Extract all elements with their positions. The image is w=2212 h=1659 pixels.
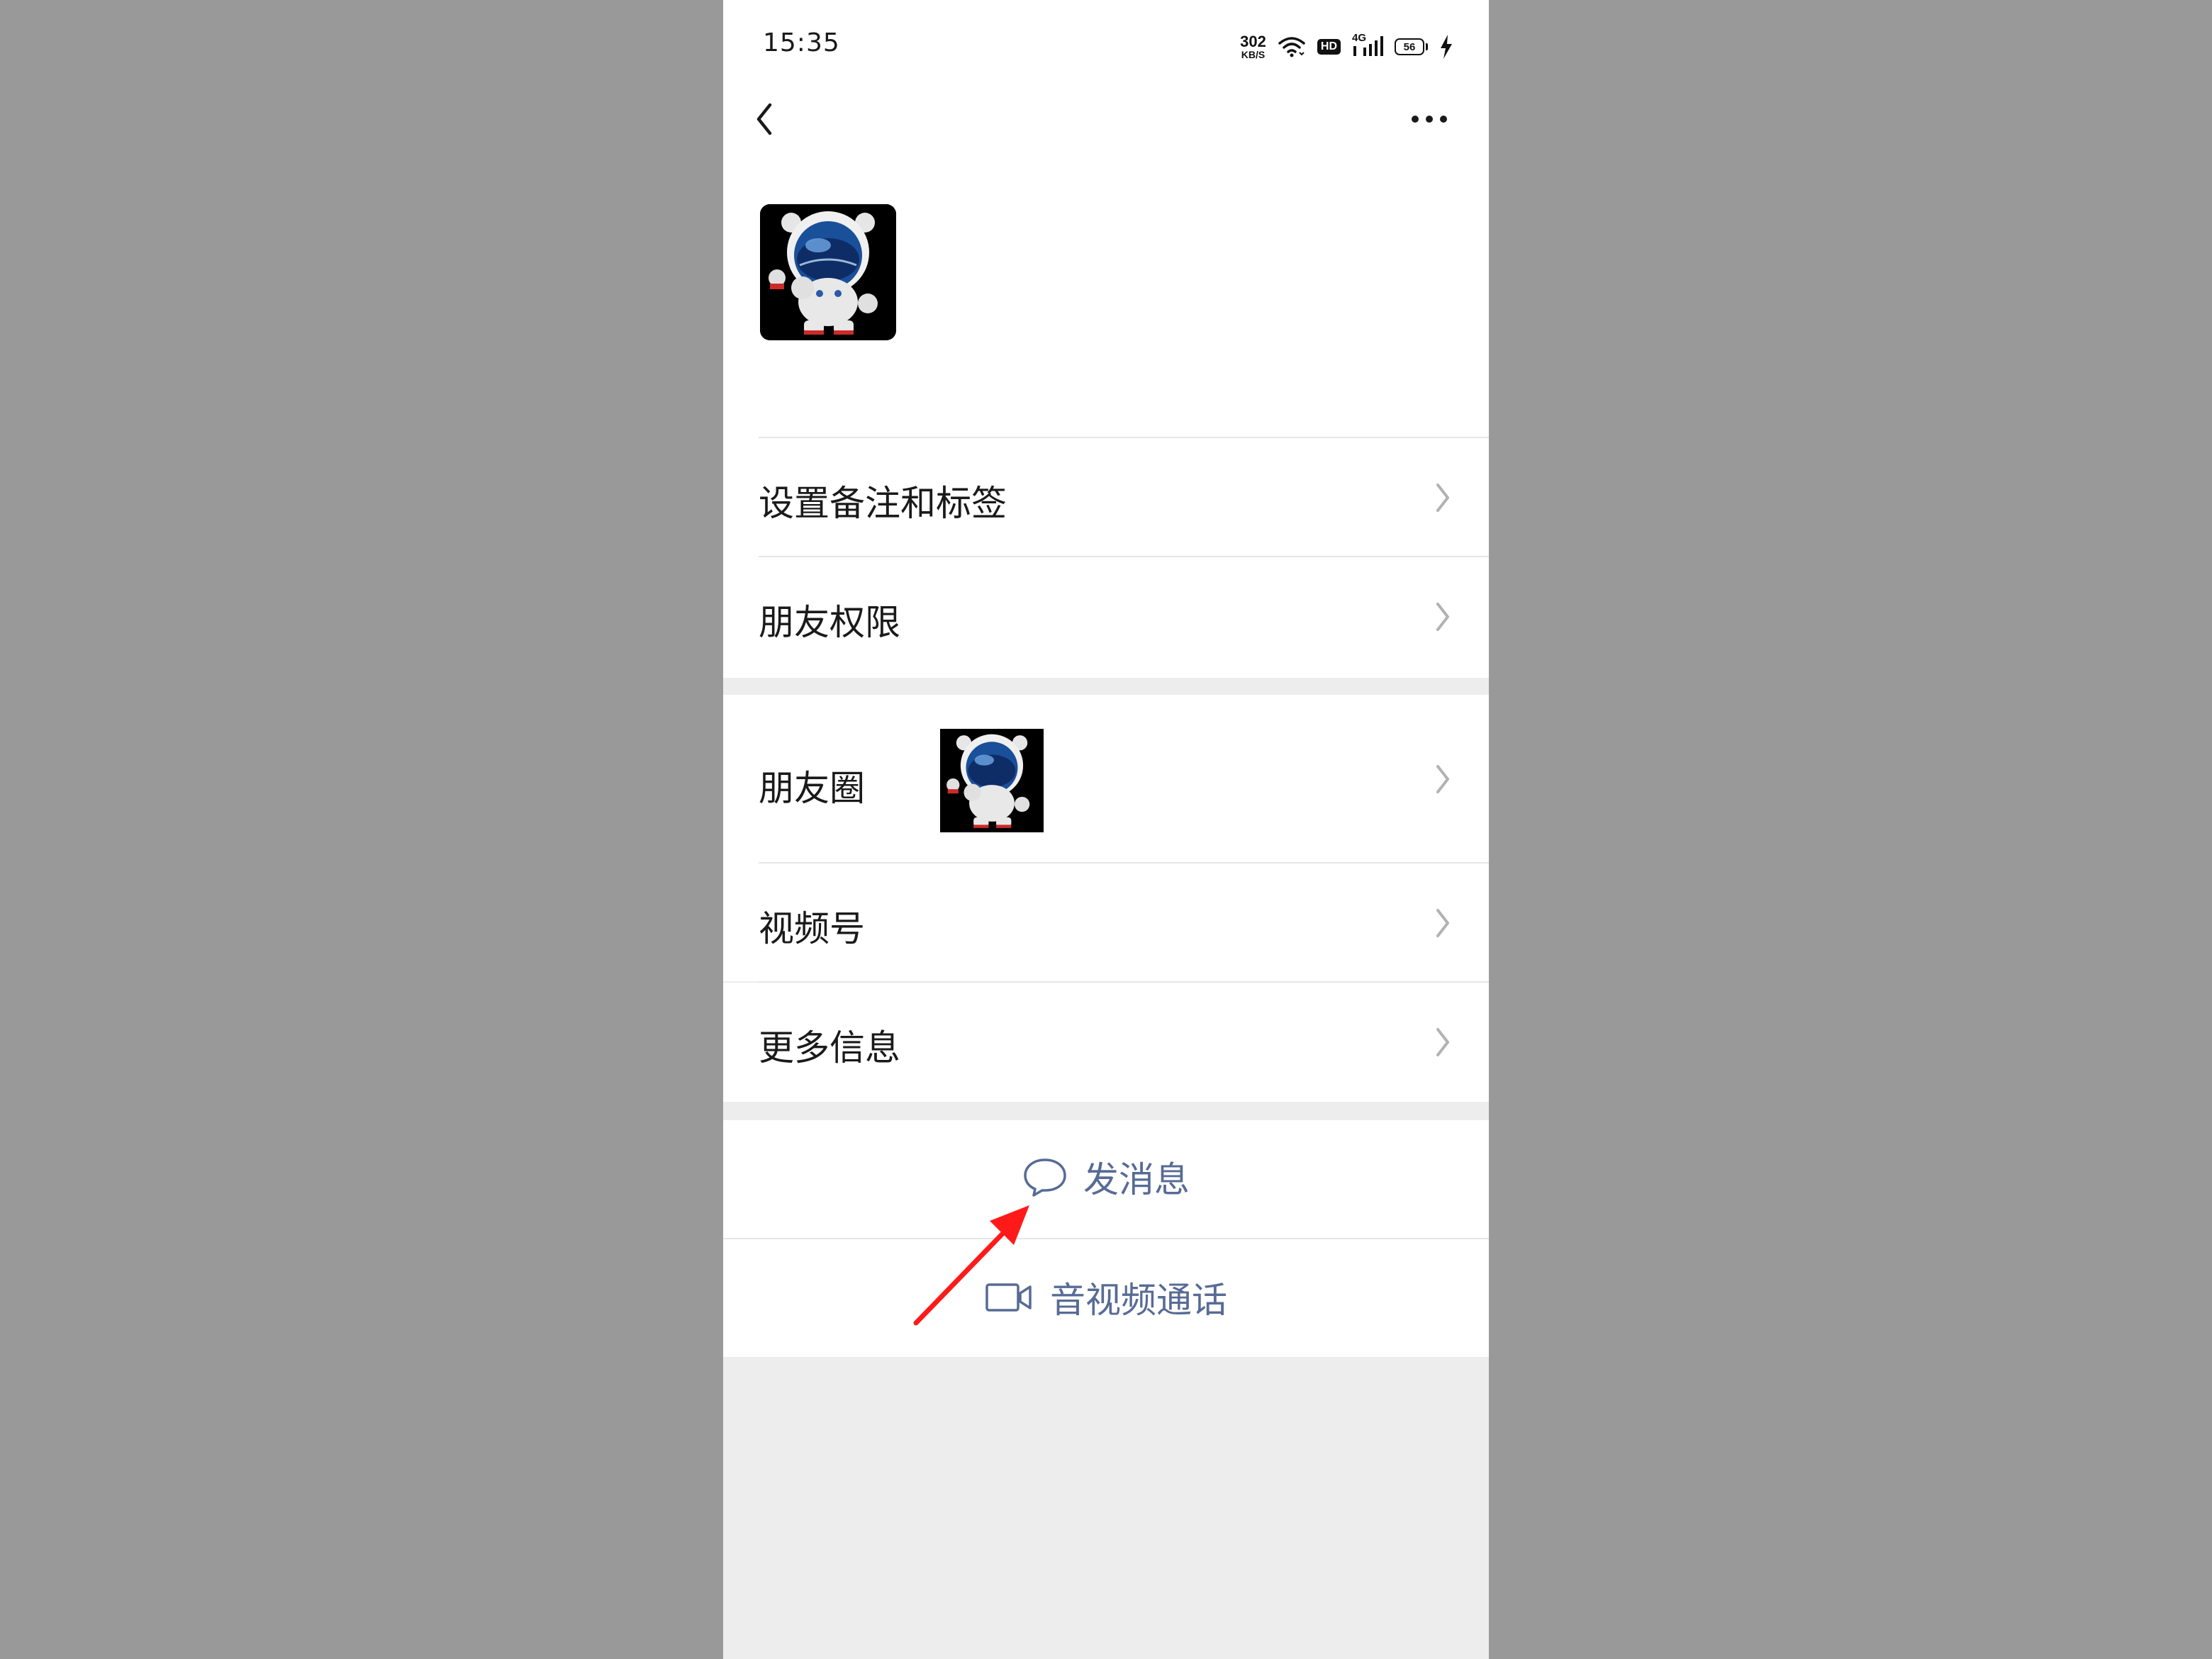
chevron-right-icon (1436, 484, 1449, 512)
friend-permissions-label: 朋友权限 (759, 602, 900, 643)
astronaut-avatar-icon (760, 204, 896, 340)
hd-icon: HD (1317, 39, 1341, 55)
battery-icon: 56 (1395, 38, 1428, 55)
chevron-right-icon (1436, 1028, 1449, 1056)
net-speed-value: 302 (1240, 33, 1266, 50)
set-remark-tags-label: 设置备注和标签 (759, 483, 1007, 524)
friend-permissions-row[interactable]: 朋友权限 (723, 557, 1489, 676)
av-call-button[interactable]: 音视频通话 (723, 1239, 1489, 1357)
moments-thumbnail (940, 729, 1044, 832)
send-message-button[interactable]: 发消息 (723, 1120, 1489, 1238)
avatar[interactable] (760, 204, 896, 340)
more-info-label: 更多信息 (759, 1027, 900, 1068)
wifi-icon (1278, 37, 1305, 57)
net-speed: 302 KB/S (1240, 34, 1266, 60)
signal-icon: 4G (1352, 32, 1383, 59)
av-call-content: 音视频通话 (723, 1272, 1489, 1323)
astronaut-thumbnail-icon (940, 729, 1044, 832)
send-message-label: 发消息 (1083, 1159, 1190, 1200)
more-button[interactable] (1404, 102, 1455, 136)
net-speed-unit: KB/S (1241, 49, 1266, 60)
moments-label: 朋友圈 (759, 768, 865, 809)
channels-row[interactable]: 视频号 (723, 864, 1489, 981)
back-button[interactable] (749, 96, 791, 142)
moments-row[interactable]: 朋友圈 (723, 695, 1489, 864)
more-dots-icon (1412, 116, 1447, 123)
set-remark-tags-row[interactable]: 设置备注和标签 (723, 438, 1489, 557)
red-arrow-annotation (913, 1205, 1029, 1326)
charging-icon (1441, 35, 1452, 59)
chevron-left-icon (756, 103, 772, 135)
battery-level: 56 (1395, 38, 1424, 55)
send-message-content: 发消息 (723, 1151, 1489, 1202)
channels-label: 视频号 (759, 908, 865, 949)
chevron-right-icon (1436, 603, 1449, 631)
chevron-right-icon (1436, 765, 1449, 793)
av-call-label: 音视频通话 (1050, 1280, 1227, 1321)
status-time: 15:35 (763, 28, 840, 57)
status-icons: 302 KB/S HD 4G 56 (1240, 30, 1453, 64)
more-info-row[interactable]: 更多信息 (723, 983, 1489, 1102)
phone-screen: 15:35 302 KB/S HD 4G 56 设置备注和标签 朋友权限 朋友圈… (723, 0, 1489, 1659)
chevron-right-icon (1436, 909, 1449, 937)
